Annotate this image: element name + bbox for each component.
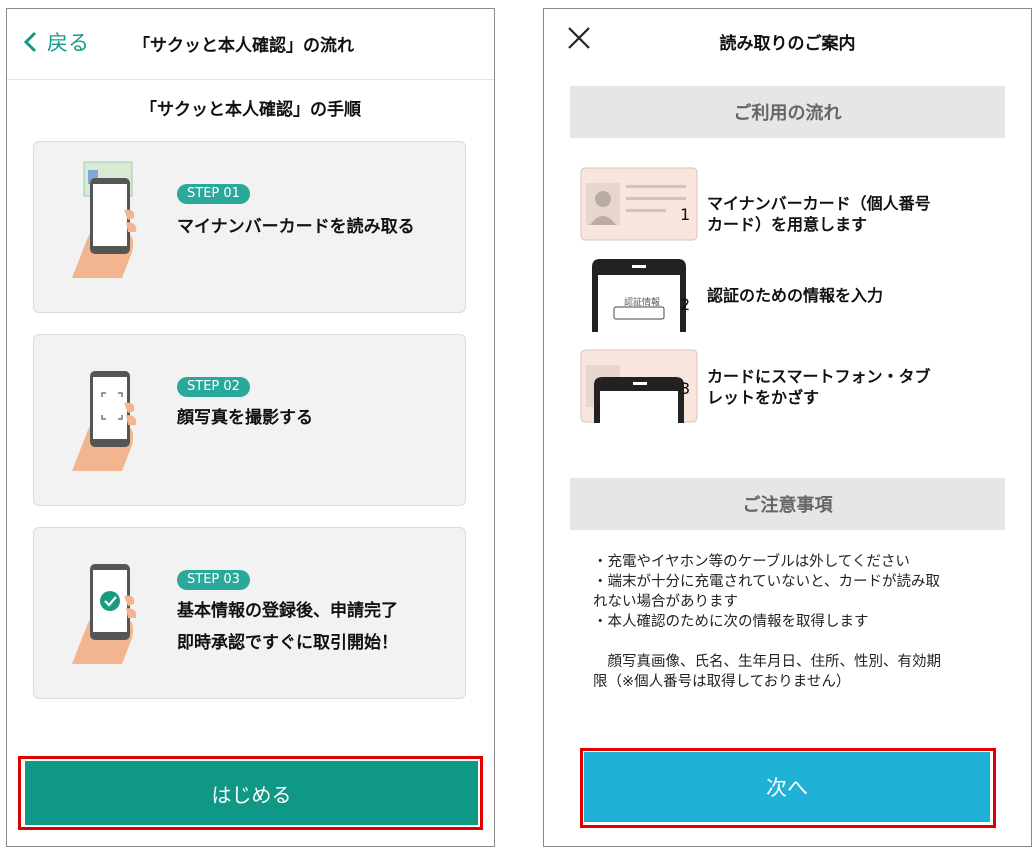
flow-text: 認証のための情報を入力 [707,286,884,305]
flow-text: カードにスマートフォン・タブ [707,367,931,386]
flow-text: マイナンバーカード（個人番号 [707,194,931,213]
step-badge: STEP 02 [177,377,250,397]
flow-text-line2: カード）を用意します [707,215,868,234]
flow-section-header: ご利用の流れ [570,86,1005,138]
page-title: 「サクッと本人確認」の流れ [133,36,354,56]
back-label: 戻る [47,31,89,55]
note-line: ・充電やイヤホン等のケーブルは外してください [593,554,910,570]
steps-subtitle: 「サクッと本人確認」の手順 [140,100,361,120]
highlight-frame [18,756,483,830]
flow-text-line2: レットをかざす [707,388,820,407]
flow-number: 2 [680,295,691,314]
mynumber-card-icon [580,167,698,241]
guide-modal: 読み取りのご案内 ご利用の流れ 1 マイナンバーカード（個人番号 カード）を用意… [543,8,1032,847]
face-photo-illustration [72,371,137,471]
flow-number: 1 [680,205,691,224]
notes-section-header: ご注意事項 [570,478,1005,530]
phone-screen-label: 認証情報 [624,298,661,308]
step-badge: STEP 03 [177,570,250,590]
header: 戻る 「サクッと本人確認」の流れ [7,9,494,80]
highlight-frame [580,748,996,828]
flow-number: 3 [680,379,691,398]
checkmark-phone-illustration [72,564,137,664]
note-line [593,632,1003,652]
step-text-line2: 即時承認ですぐに取引開始！ [177,633,398,653]
note-line: 限（※個人番号は取得しておりません） [593,674,851,690]
step-text: 基本情報の登録後、申請完了 [177,601,398,621]
note-line: ・端末が十分に充電されていないと、カードが読み取 [593,574,940,590]
step-card-2: STEP 02 顔写真を撮影する [33,334,466,506]
note-line: れない場合があります [593,594,738,610]
note-line: 顔写真画像、氏名、生年月日、住所、性別、有効期 [593,654,941,670]
flow-screen: 戻る 「サクッと本人確認」の流れ 「サクッと本人確認」の手順 STEP 01 マ… [6,8,495,847]
step-card-1: STEP 01 マイナンバーカードを読み取る [33,141,466,313]
step-text: マイナンバーカードを読み取る [177,217,415,237]
notes-list: ・充電やイヤホン等のケーブルは外してください ・端末が十分に充電されていないと、… [593,552,1003,692]
back-button[interactable]: 戻る [23,27,89,57]
modal-title: 読み取りのご案内 [719,34,856,54]
chevron-left-icon [23,31,37,53]
card-reading-illustration [72,161,137,278]
note-line: ・本人確認のために次の情報を取得します [593,614,869,630]
step-badge: STEP 01 [177,184,250,204]
step-text: 顔写真を撮影する [177,408,313,428]
step-card-3: STEP 03 基本情報の登録後、申請完了 即時承認ですぐに取引開始！ [33,527,466,699]
